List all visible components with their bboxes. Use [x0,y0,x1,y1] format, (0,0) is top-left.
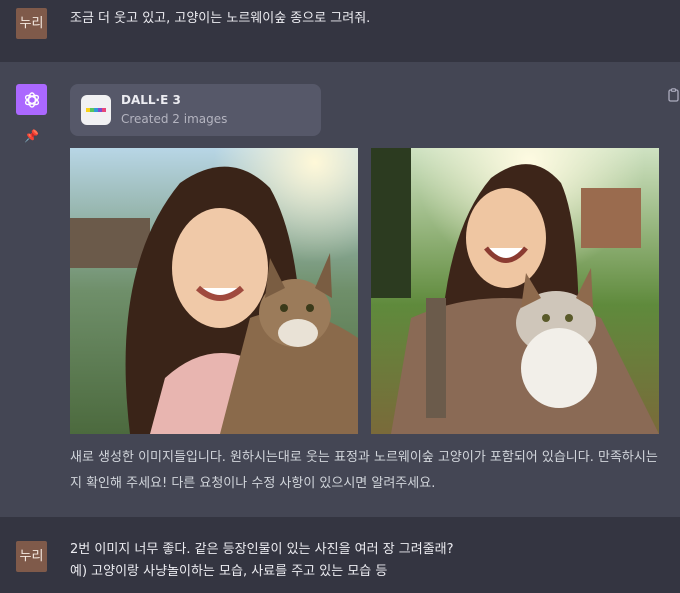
assistant-message-row: 📌 DALL·E 3 Created 2 images 새로 생성한 이미지들입… [0,62,680,517]
dalle-card-title: DALL·E 3 [121,93,181,107]
generated-image-1[interactable] [70,148,358,434]
clipboard-icon[interactable] [667,88,680,102]
user-message-row-1: 누리 조금 더 웃고 있고, 고양이는 노르웨이숲 종으로 그려줘. [0,0,680,62]
user-message-text: 조금 더 웃고 있고, 고양이는 노르웨이숲 종으로 그려줘. [70,11,371,26]
assistant-reply-text: 새로 생성한 이미지들입니다. 원하시는대로 웃는 표정과 노르웨이숲 고양이가… [70,450,658,491]
dalle-logo-icon [81,95,111,125]
user-message-row-2: 누리 2번 이미지 너무 좋다. 같은 등장인물이 있는 사진을 여러 장 그려… [0,517,680,593]
pin-icon[interactable]: 📌 [24,129,39,143]
user-avatar: 누리 [16,8,47,39]
user-message-line-2: 예) 고양이랑 사냥놀이하는 모습, 사료를 주고 있는 모습 등 [70,564,388,579]
chatgpt-avatar [16,84,47,115]
user-avatar: 누리 [16,541,47,572]
dalle-tool-card[interactable]: DALL·E 3 Created 2 images [70,84,321,136]
openai-logo-icon [24,91,39,108]
generated-image-2[interactable] [371,148,659,434]
dalle-card-subtitle: Created 2 images [121,112,228,126]
user-message-line-1: 2번 이미지 너무 좋다. 같은 등장인물이 있는 사진을 여러 장 그려줄래? [70,542,454,557]
